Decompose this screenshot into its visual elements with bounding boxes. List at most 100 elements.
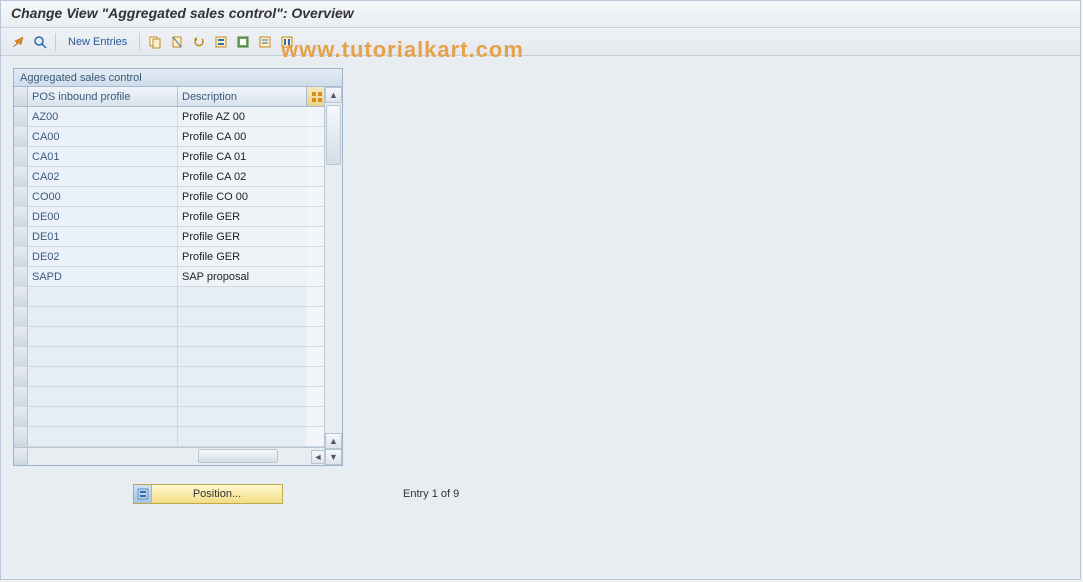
row-selector[interactable] — [14, 347, 28, 366]
table-row[interactable]: CA01Profile CA 01 — [14, 147, 342, 167]
row-selector[interactable] — [14, 427, 28, 446]
cell-profile[interactable] — [28, 427, 178, 446]
row-selector[interactable] — [14, 307, 28, 326]
cell-profile[interactable]: CA01 — [28, 147, 178, 166]
position-button[interactable]: Position... — [133, 484, 283, 504]
table-row-empty[interactable] — [14, 427, 342, 447]
details-icon[interactable] — [31, 33, 49, 51]
cell-profile[interactable] — [28, 307, 178, 326]
cell-description[interactable]: Profile GER — [178, 227, 306, 246]
row-selector[interactable] — [14, 107, 28, 126]
table-body: AZ00Profile AZ 00CA00Profile CA 00CA01Pr… — [14, 107, 342, 447]
select-all-icon[interactable] — [212, 33, 230, 51]
row-selector[interactable] — [14, 147, 28, 166]
cell-profile[interactable] — [28, 287, 178, 306]
cell-description[interactable]: Profile GER — [178, 247, 306, 266]
cell-description[interactable] — [178, 347, 306, 366]
table-row-empty[interactable] — [14, 387, 342, 407]
cell-profile[interactable] — [28, 347, 178, 366]
cell-profile[interactable] — [28, 387, 178, 406]
hscroll-thumb[interactable] — [198, 449, 278, 463]
cell-description[interactable]: SAP proposal — [178, 267, 306, 286]
cell-profile[interactable]: DE00 — [28, 207, 178, 226]
table-settings-icon[interactable] — [306, 87, 326, 106]
horizontal-scrollbar[interactable]: ◄ ► — [14, 447, 342, 465]
table-row-empty[interactable] — [14, 367, 342, 387]
cell-description[interactable]: Profile CA 00 — [178, 127, 306, 146]
cell-profile[interactable]: DE01 — [28, 227, 178, 246]
row-selector[interactable] — [14, 387, 28, 406]
cell-description[interactable]: Profile AZ 00 — [178, 107, 306, 126]
config-icon[interactable] — [278, 33, 296, 51]
cell-profile[interactable]: CO00 — [28, 187, 178, 206]
toggle-display-change-icon[interactable] — [9, 33, 27, 51]
row-selector[interactable] — [14, 187, 28, 206]
vscroll-down-icon[interactable]: ▼ — [325, 449, 342, 465]
app-window: Change View "Aggregated sales control": … — [0, 0, 1081, 580]
column-header-description[interactable]: Description — [178, 87, 306, 106]
cell-description[interactable] — [178, 287, 306, 306]
row-selector[interactable] — [14, 267, 28, 286]
row-selector[interactable] — [14, 207, 28, 226]
select-block-icon[interactable] — [234, 33, 252, 51]
row-selector[interactable] — [14, 127, 28, 146]
cell-profile[interactable] — [28, 367, 178, 386]
vscroll-up2-icon[interactable]: ▲ — [325, 433, 342, 449]
row-selector[interactable] — [14, 287, 28, 306]
cell-profile[interactable]: DE02 — [28, 247, 178, 266]
deselect-all-icon[interactable] — [256, 33, 274, 51]
table-row-empty[interactable] — [14, 307, 342, 327]
toolbar-separator — [55, 33, 56, 51]
vscroll-thumb[interactable] — [326, 105, 341, 165]
cell-profile[interactable]: SAPD — [28, 267, 178, 286]
vertical-scrollbar[interactable]: ▲ ▲ ▼ — [324, 87, 342, 465]
cell-description[interactable]: Profile CA 01 — [178, 147, 306, 166]
cell-profile[interactable]: AZ00 — [28, 107, 178, 126]
cell-description[interactable] — [178, 387, 306, 406]
panel-title: Aggregated sales control — [14, 69, 342, 87]
cell-description[interactable] — [178, 327, 306, 346]
cell-profile[interactable]: CA00 — [28, 127, 178, 146]
row-selector[interactable] — [14, 247, 28, 266]
table-panel: Aggregated sales control POS inbound pro… — [13, 68, 343, 466]
table-row-empty[interactable] — [14, 347, 342, 367]
cell-profile[interactable]: CA02 — [28, 167, 178, 186]
table-row[interactable]: DE01Profile GER — [14, 227, 342, 247]
cell-profile[interactable] — [28, 327, 178, 346]
undo-icon[interactable] — [190, 33, 208, 51]
cell-description[interactable] — [178, 427, 306, 446]
select-all-column[interactable] — [14, 87, 28, 106]
new-entries-button[interactable]: New Entries — [62, 36, 133, 48]
delete-icon[interactable] — [168, 33, 186, 51]
table-row-empty[interactable] — [14, 327, 342, 347]
table-row[interactable]: DE02Profile GER — [14, 247, 342, 267]
vscroll-up-icon[interactable]: ▲ — [325, 87, 342, 103]
row-selector[interactable] — [14, 367, 28, 386]
table-row[interactable]: CO00Profile CO 00 — [14, 187, 342, 207]
footer: Position... Entry 1 of 9 — [13, 484, 1068, 504]
row-selector[interactable] — [14, 167, 28, 186]
copy-icon[interactable] — [146, 33, 164, 51]
table-row[interactable]: DE00Profile GER — [14, 207, 342, 227]
cell-profile[interactable] — [28, 407, 178, 426]
table-row[interactable]: CA02Profile CA 02 — [14, 167, 342, 187]
cell-description[interactable]: Profile CO 00 — [178, 187, 306, 206]
row-selector[interactable] — [14, 327, 28, 346]
table-row-empty[interactable] — [14, 407, 342, 427]
table-row[interactable]: SAPDSAP proposal — [14, 267, 342, 287]
cell-description[interactable] — [178, 407, 306, 426]
content-area: Aggregated sales control POS inbound pro… — [1, 56, 1080, 516]
table-row-empty[interactable] — [14, 287, 342, 307]
cell-description[interactable] — [178, 307, 306, 326]
cell-description[interactable] — [178, 367, 306, 386]
cell-description[interactable]: Profile CA 02 — [178, 167, 306, 186]
table-row[interactable]: AZ00Profile AZ 00 — [14, 107, 342, 127]
row-selector[interactable] — [14, 407, 28, 426]
table-row[interactable]: CA00Profile CA 00 — [14, 127, 342, 147]
toolbar-separator — [139, 33, 140, 51]
cell-description[interactable]: Profile GER — [178, 207, 306, 226]
hscroll-left-icon[interactable]: ◄ — [311, 450, 325, 464]
column-header-profile[interactable]: POS inbound profile — [28, 87, 178, 106]
row-selector[interactable] — [14, 227, 28, 246]
page-title: Change View "Aggregated sales control": … — [1, 1, 1080, 28]
